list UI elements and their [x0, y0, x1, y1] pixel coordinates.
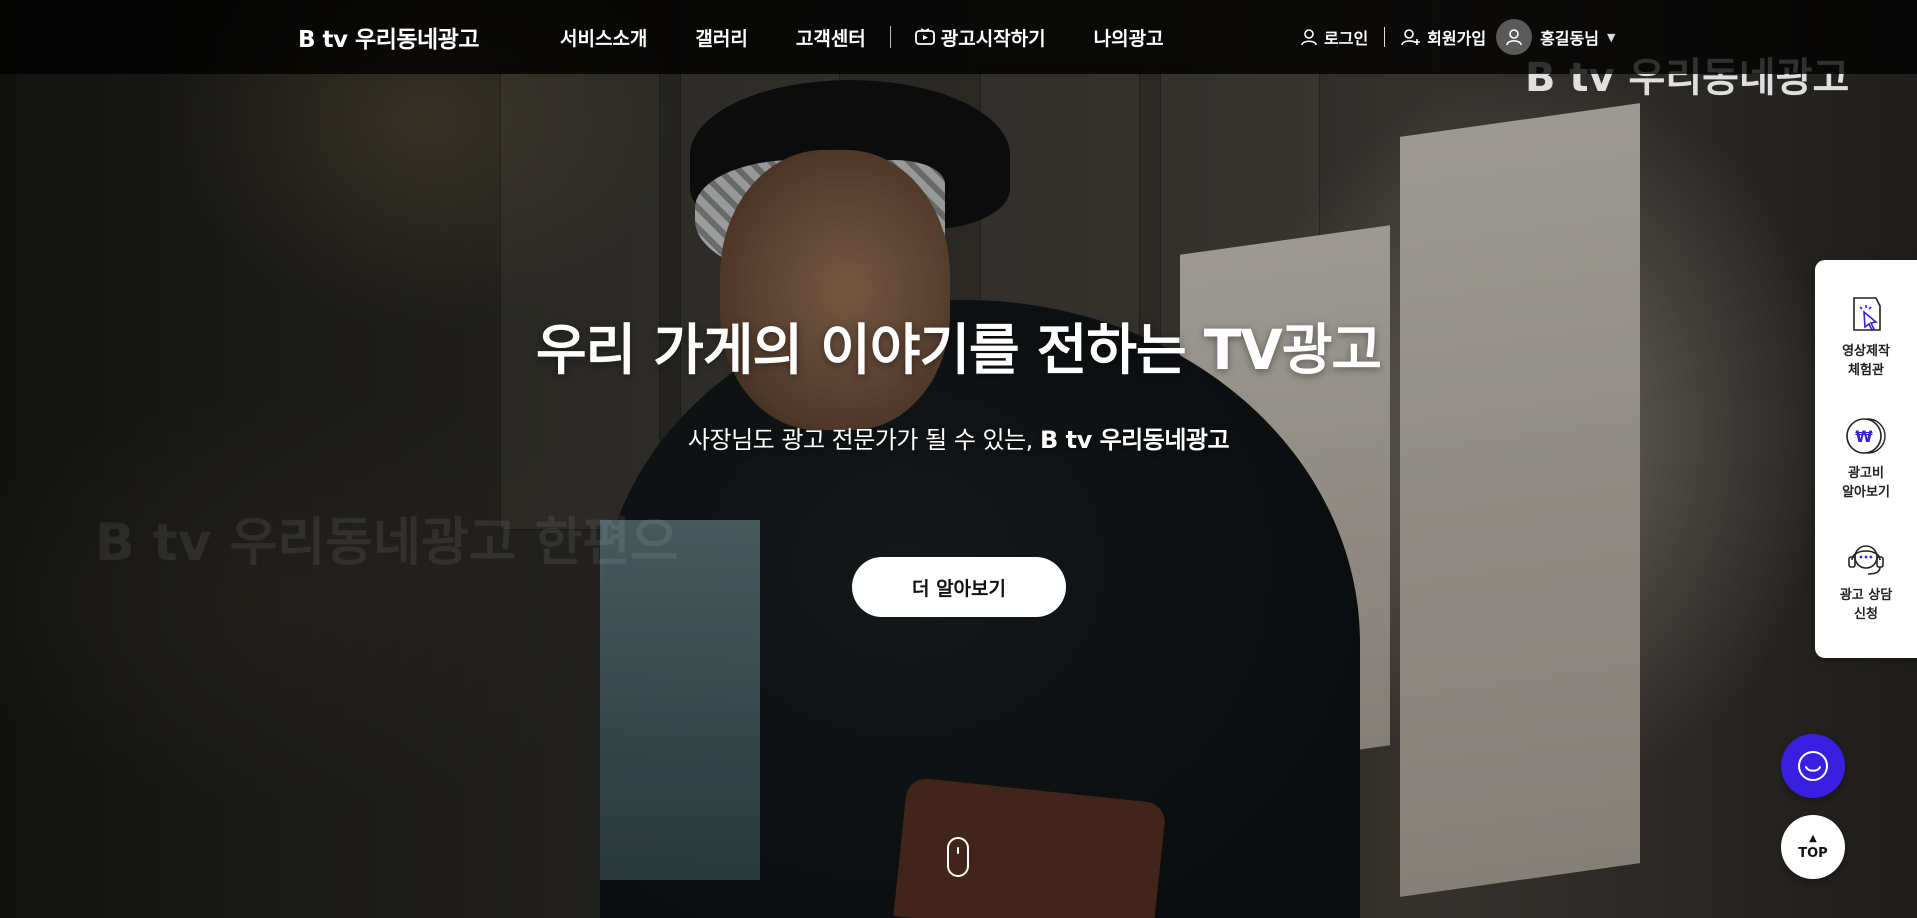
quick-video-studio-label: 영상제작 체험관	[1842, 344, 1890, 378]
brand-logo[interactable]: B tv 우리동네광고	[298, 20, 480, 54]
nav-gallery[interactable]: 갤러리	[695, 24, 747, 51]
signup-label: 회원가입	[1427, 29, 1487, 48]
top-header: B tv 우리동네광고 서비스소개 갤러리 고객센터 광고시작하기 나의광고 로…	[0, 0, 1917, 74]
tv-play-icon	[914, 28, 935, 45]
scroll-top-label: TOP	[1798, 845, 1828, 861]
svg-text:₩: ₩	[1855, 427, 1873, 446]
username: 홍길동님	[1540, 29, 1599, 48]
user-area: 로그인 회원가입 홍길동님 ▼	[1300, 0, 1615, 74]
chevron-down-icon: ▼	[1606, 30, 1616, 44]
nav-service-intro[interactable]: 서비스소개	[560, 24, 647, 51]
login-link[interactable]: 로그인	[1300, 25, 1368, 49]
nav-start-ad-label: 광고시작하기	[940, 27, 1046, 50]
nav-start-ad[interactable]: 광고시작하기	[914, 24, 1046, 51]
nav-customer-center[interactable]: 고객센터	[796, 24, 866, 51]
user-menu-toggle[interactable]: 홍길동님 ▼	[1540, 25, 1615, 49]
login-label: 로그인	[1324, 29, 1369, 48]
hero-watermark-left: B tv 우리동네광고 한편으	[95, 513, 679, 573]
hero-subtitle-prefix: 사장님도 광고 전문가가 될 수 있는,	[687, 426, 1040, 454]
hero-title: 우리 가게의 이야기를 전하는 TV광고	[535, 318, 1382, 382]
quick-ad-cost-label: 광고비 알아보기	[1842, 466, 1890, 500]
quick-menu: 영상제작 체험관 ₩ 광고비 알아보기 광고 상담 신청	[1815, 260, 1917, 658]
quick-consult[interactable]: 광고 상담 신청	[1815, 538, 1917, 624]
cursor-click-icon	[1853, 297, 1881, 332]
hero-overlay	[0, 0, 1917, 918]
hero-background: B tv 우리동네광고 한편으 B tv 우리동네광고	[0, 0, 1917, 918]
hero-subtitle: 사장님도 광고 전문가가 될 수 있는, B tv 우리동네광고	[0, 420, 1917, 455]
nav-divider	[889, 26, 891, 48]
chat-smile-icon	[1798, 751, 1828, 781]
scroll-top-button[interactable]: ▲ TOP	[1781, 815, 1845, 879]
chat-button[interactable]	[1781, 734, 1845, 798]
scroll-mouse-icon[interactable]	[947, 837, 969, 877]
user-icon	[1301, 29, 1317, 46]
quick-video-studio[interactable]: 영상제작 체험관	[1815, 294, 1917, 380]
learn-more-button[interactable]: 더 알아보기	[852, 557, 1066, 617]
user-add-icon	[1401, 29, 1421, 46]
main-nav: 서비스소개 갤러리 고객센터 광고시작하기 나의광고	[560, 0, 1212, 74]
headset-icon	[1848, 545, 1884, 575]
chevron-up-icon: ▲	[1809, 832, 1817, 844]
won-coin-icon: ₩	[1846, 418, 1886, 454]
avatar-user-icon	[1506, 29, 1522, 46]
signup-link[interactable]: 회원가입	[1401, 25, 1486, 49]
nav-my-ads[interactable]: 나의광고	[1094, 24, 1164, 51]
avatar[interactable]	[1496, 19, 1533, 55]
hero-subtitle-brand: B tv 우리동네광고	[1039, 426, 1230, 454]
user-divider	[1384, 27, 1386, 47]
quick-consult-label: 광고 상담 신청	[1839, 588, 1893, 622]
quick-ad-cost[interactable]: ₩ 광고비 알아보기	[1815, 416, 1917, 502]
